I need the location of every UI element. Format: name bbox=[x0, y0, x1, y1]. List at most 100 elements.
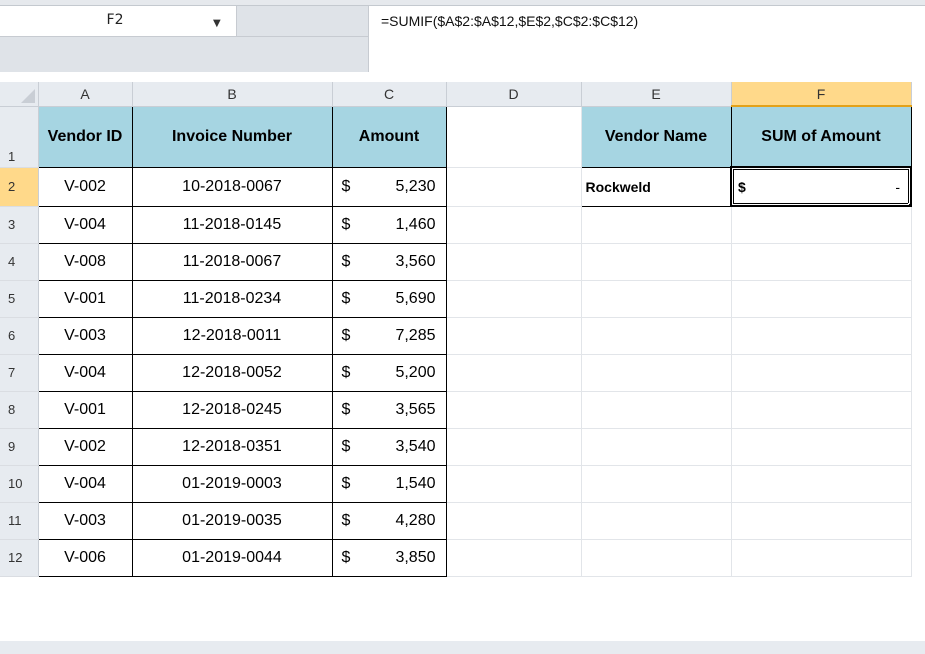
cell-empty[interactable] bbox=[581, 465, 732, 503]
row-header-5[interactable]: 5 bbox=[0, 280, 39, 318]
row-header-8[interactable]: 8 bbox=[0, 391, 39, 429]
row-header-12[interactable]: 12 bbox=[0, 539, 39, 577]
currency-symbol: $ bbox=[341, 400, 351, 418]
cell-empty[interactable] bbox=[446, 206, 582, 244]
cell-amount[interactable]: $7,285 bbox=[331, 317, 447, 355]
cell-empty[interactable] bbox=[446, 317, 582, 355]
cell-empty[interactable] bbox=[446, 280, 582, 318]
cell-empty[interactable] bbox=[731, 428, 912, 466]
cell-amount[interactable]: $5,690 bbox=[331, 280, 447, 318]
cell-vendor-id[interactable]: V-002 bbox=[37, 167, 133, 207]
column-header-f[interactable]: F bbox=[731, 82, 912, 107]
row-header-1[interactable]: 1 bbox=[0, 106, 39, 168]
cell-vendor-id[interactable]: V-003 bbox=[37, 502, 133, 540]
column-header-a[interactable]: A bbox=[38, 82, 133, 107]
cell-empty[interactable] bbox=[581, 206, 732, 244]
row-header-4[interactable]: 4 bbox=[0, 243, 39, 281]
cell-invoice[interactable]: 11-2018-0234 bbox=[131, 280, 333, 318]
cell-invoice[interactable]: 12-2018-0052 bbox=[131, 354, 333, 392]
select-all-corner[interactable] bbox=[0, 82, 39, 107]
cell-empty[interactable] bbox=[731, 317, 912, 355]
cell-empty[interactable] bbox=[581, 391, 732, 429]
header-vendor-name[interactable]: Vendor Name bbox=[580, 105, 732, 168]
cell-empty[interactable] bbox=[731, 465, 912, 503]
cell-invoice[interactable]: 12-2018-0351 bbox=[131, 428, 333, 466]
header-invoice-number[interactable]: Invoice Number bbox=[131, 105, 333, 168]
header-amount[interactable]: Amount bbox=[331, 105, 447, 168]
cell-empty[interactable] bbox=[446, 465, 582, 503]
header-vendor-id[interactable]: Vendor ID bbox=[37, 105, 133, 168]
cell-amount[interactable]: $1,460 bbox=[331, 206, 447, 244]
cell-amount[interactable]: $3,850 bbox=[331, 539, 447, 577]
cell-empty[interactable] bbox=[581, 280, 732, 318]
cell-empty[interactable] bbox=[446, 539, 582, 577]
cell-vendor-id[interactable]: V-001 bbox=[37, 280, 133, 318]
vendor-name-input[interactable]: Rockweld bbox=[580, 166, 732, 207]
sum-of-amount-cell[interactable]: $ - bbox=[730, 166, 912, 207]
cell-empty[interactable] bbox=[731, 539, 912, 577]
cell-invoice[interactable]: 10-2018-0067 bbox=[131, 167, 333, 207]
cell-empty[interactable] bbox=[581, 243, 732, 281]
row-header-10[interactable]: 10 bbox=[0, 465, 39, 503]
cell-invoice[interactable]: 01-2019-0035 bbox=[131, 502, 333, 540]
cell-amount[interactable]: $3,565 bbox=[331, 391, 447, 429]
cell-amount[interactable]: $4,280 bbox=[331, 502, 447, 540]
cell-invoice[interactable]: 11-2018-0145 bbox=[131, 206, 333, 244]
cell-vendor-id[interactable]: V-004 bbox=[37, 465, 133, 503]
header-sum-of-amount[interactable]: SUM of Amount bbox=[730, 105, 912, 168]
amount-value: 1,540 bbox=[395, 474, 436, 492]
cell-empty[interactable] bbox=[446, 243, 582, 281]
formula-input[interactable]: =SUMIF($A$2:$A$12,$E$2,$C$2:$C$12) bbox=[368, 6, 925, 72]
cell-empty[interactable] bbox=[731, 502, 912, 540]
column-header-d[interactable]: D bbox=[446, 82, 582, 107]
row-header-7[interactable]: 7 bbox=[0, 354, 39, 392]
cell-empty[interactable] bbox=[731, 206, 912, 244]
cell-invoice[interactable]: 01-2019-0003 bbox=[131, 465, 333, 503]
column-header-c[interactable]: C bbox=[332, 82, 447, 107]
cell-amount[interactable]: $3,540 bbox=[331, 428, 447, 466]
fill-handle[interactable] bbox=[908, 203, 909, 204]
cell-empty[interactable] bbox=[446, 354, 582, 392]
row-header-11[interactable]: 11 bbox=[0, 502, 39, 540]
cell-empty[interactable] bbox=[731, 391, 912, 429]
cell-vendor-id[interactable]: V-004 bbox=[37, 354, 133, 392]
cell-empty[interactable] bbox=[446, 428, 582, 466]
cell-invoice[interactable]: 11-2018-0067 bbox=[131, 243, 333, 281]
cell-amount[interactable]: $5,230 bbox=[331, 167, 447, 207]
row-header-6[interactable]: 6 bbox=[0, 317, 39, 355]
cell-empty[interactable] bbox=[581, 502, 732, 540]
currency-symbol: $ bbox=[341, 363, 351, 381]
column-header-e[interactable]: E bbox=[581, 82, 732, 107]
row-header-2[interactable]: 2 bbox=[0, 167, 39, 207]
cell-empty[interactable] bbox=[731, 354, 912, 392]
cell-amount[interactable]: $5,200 bbox=[331, 354, 447, 392]
cell-amount[interactable]: $3,560 bbox=[331, 243, 447, 281]
row-header-9[interactable]: 9 bbox=[0, 428, 39, 466]
cell-vendor-id[interactable]: V-003 bbox=[37, 317, 133, 355]
name-box[interactable]: F2 ▼ bbox=[0, 6, 237, 36]
currency-symbol: $ bbox=[341, 511, 351, 529]
cell-vendor-id[interactable]: V-002 bbox=[37, 428, 133, 466]
currency-symbol: $ bbox=[341, 177, 351, 195]
cell-empty[interactable] bbox=[731, 280, 912, 318]
cell-vendor-id[interactable]: V-004 bbox=[37, 206, 133, 244]
cell-empty[interactable] bbox=[731, 243, 912, 281]
cell-empty[interactable] bbox=[446, 502, 582, 540]
chevron-down-icon[interactable]: ▼ bbox=[213, 18, 221, 29]
cell-invoice[interactable]: 12-2018-0011 bbox=[131, 317, 333, 355]
row-header-3[interactable]: 3 bbox=[0, 206, 39, 244]
cell-d1[interactable] bbox=[446, 106, 582, 168]
cell-invoice[interactable]: 12-2018-0245 bbox=[131, 391, 333, 429]
cell-empty[interactable] bbox=[581, 428, 732, 466]
cell-empty[interactable] bbox=[581, 317, 732, 355]
cell-empty[interactable] bbox=[446, 391, 582, 429]
cell-vendor-id[interactable]: V-006 bbox=[37, 539, 133, 577]
column-header-b[interactable]: B bbox=[132, 82, 333, 107]
cell-d2[interactable] bbox=[446, 167, 582, 207]
cell-empty[interactable] bbox=[581, 354, 732, 392]
cell-vendor-id[interactable]: V-008 bbox=[37, 243, 133, 281]
cell-vendor-id[interactable]: V-001 bbox=[37, 391, 133, 429]
cell-invoice[interactable]: 01-2019-0044 bbox=[131, 539, 333, 577]
cell-amount[interactable]: $1,540 bbox=[331, 465, 447, 503]
cell-empty[interactable] bbox=[581, 539, 732, 577]
